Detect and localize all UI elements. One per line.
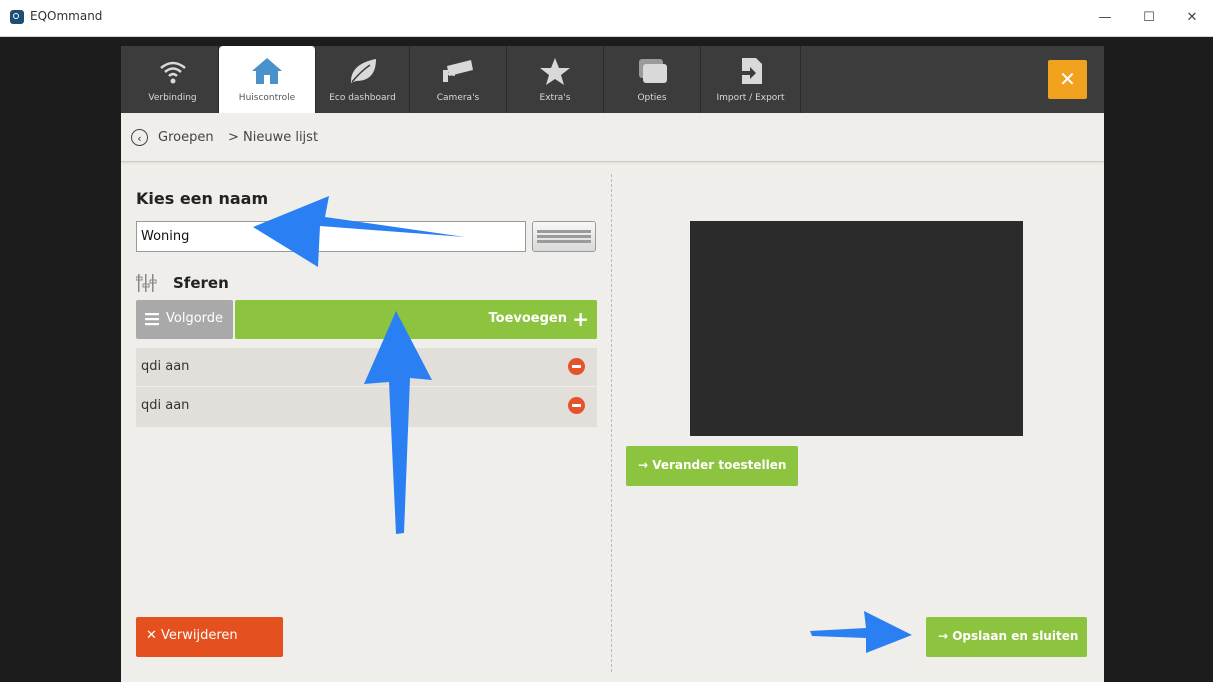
- name-input[interactable]: [136, 221, 526, 252]
- breadcrumb-current: Nieuwe lijst: [243, 130, 319, 145]
- camera-icon: [443, 60, 473, 82]
- app-panel: Verbinding Huiscontrole Eco dashboard Ca…: [121, 46, 1104, 682]
- preview-area: [690, 221, 1023, 436]
- delete-label: ✕ Verwijderen: [146, 628, 238, 643]
- tab-huiscontrole[interactable]: Huiscontrole: [219, 46, 316, 113]
- window-close-button[interactable]: ✕: [1177, 6, 1207, 30]
- remove-icon[interactable]: [568, 397, 585, 414]
- tab-label: Verbinding: [148, 93, 197, 103]
- tab-import-export[interactable]: Import / Export: [701, 46, 801, 113]
- tab-label: Huiscontrole: [238, 93, 296, 103]
- keyboard-button[interactable]: [532, 221, 596, 252]
- import-export-icon: [737, 58, 762, 84]
- home-icon: [252, 58, 282, 84]
- order-label: Volgorde: [166, 311, 224, 326]
- list-item[interactable]: qdi aan: [136, 387, 597, 425]
- minimize-button[interactable]: —: [1090, 6, 1120, 30]
- list-item-label: qdi aan: [141, 398, 190, 413]
- add-button[interactable]: Toevoegen +: [235, 300, 597, 339]
- menu-icon: [145, 313, 159, 326]
- list-item-label: qdi aan: [141, 359, 190, 374]
- tab-cameras[interactable]: Camera's: [410, 46, 507, 113]
- tab-opties[interactable]: Opties: [604, 46, 701, 113]
- tab-label: Eco dashboard: [329, 93, 396, 103]
- windows-icon: [639, 59, 667, 83]
- order-button[interactable]: Volgorde: [136, 300, 233, 339]
- app-logo-icon: [10, 10, 24, 24]
- scene-list: qdi aan qdi aan: [136, 348, 597, 427]
- column-divider: [611, 174, 612, 672]
- tab-extras[interactable]: Extra's: [507, 46, 604, 113]
- tab-label: Opties: [637, 93, 667, 103]
- add-label: Toevoegen: [488, 311, 568, 326]
- tab-label: Extra's: [539, 93, 571, 103]
- breadcrumb-separator: >: [228, 130, 239, 145]
- tab-label: Import / Export: [716, 93, 785, 103]
- breadcrumb-parent-link[interactable]: Groepen: [158, 130, 214, 145]
- tab-label: Camera's: [436, 93, 480, 103]
- mixer-icon: [136, 274, 157, 292]
- save-and-close-label: → Opslaan en sluiten: [938, 629, 1079, 643]
- list-item[interactable]: qdi aan: [136, 348, 597, 387]
- maximize-button[interactable]: ☐: [1134, 6, 1164, 30]
- breadcrumb: ‹ Groepen > Nieuwe lijst: [121, 113, 1104, 162]
- back-button[interactable]: ‹: [131, 129, 148, 146]
- change-devices-button[interactable]: → Verander toestellen: [626, 446, 798, 486]
- save-and-close-button[interactable]: → Opslaan en sluiten: [926, 617, 1087, 657]
- tab-verbinding[interactable]: Verbinding: [127, 46, 219, 113]
- name-label: Kies een naam: [136, 189, 269, 208]
- close-button[interactable]: ✕: [1048, 60, 1087, 99]
- star-icon: [540, 58, 570, 85]
- wifi-icon: [159, 61, 186, 84]
- window-title: EQOmmand: [30, 9, 103, 23]
- delete-button[interactable]: ✕ Verwijderen: [136, 617, 283, 657]
- plus-icon: +: [572, 307, 589, 331]
- change-devices-label: → Verander toestellen: [638, 458, 787, 472]
- section-title: Sferen: [173, 274, 229, 292]
- keyboard-icon: [537, 230, 591, 243]
- tab-eco-dashboard[interactable]: Eco dashboard: [316, 46, 410, 113]
- leaf-icon: [350, 59, 376, 83]
- main-nav: Verbinding Huiscontrole Eco dashboard Ca…: [121, 46, 1104, 113]
- app-viewport: Verbinding Huiscontrole Eco dashboard Ca…: [0, 37, 1213, 682]
- window-titlebar: EQOmmand — ☐ ✕: [0, 0, 1213, 37]
- remove-icon[interactable]: [568, 358, 585, 375]
